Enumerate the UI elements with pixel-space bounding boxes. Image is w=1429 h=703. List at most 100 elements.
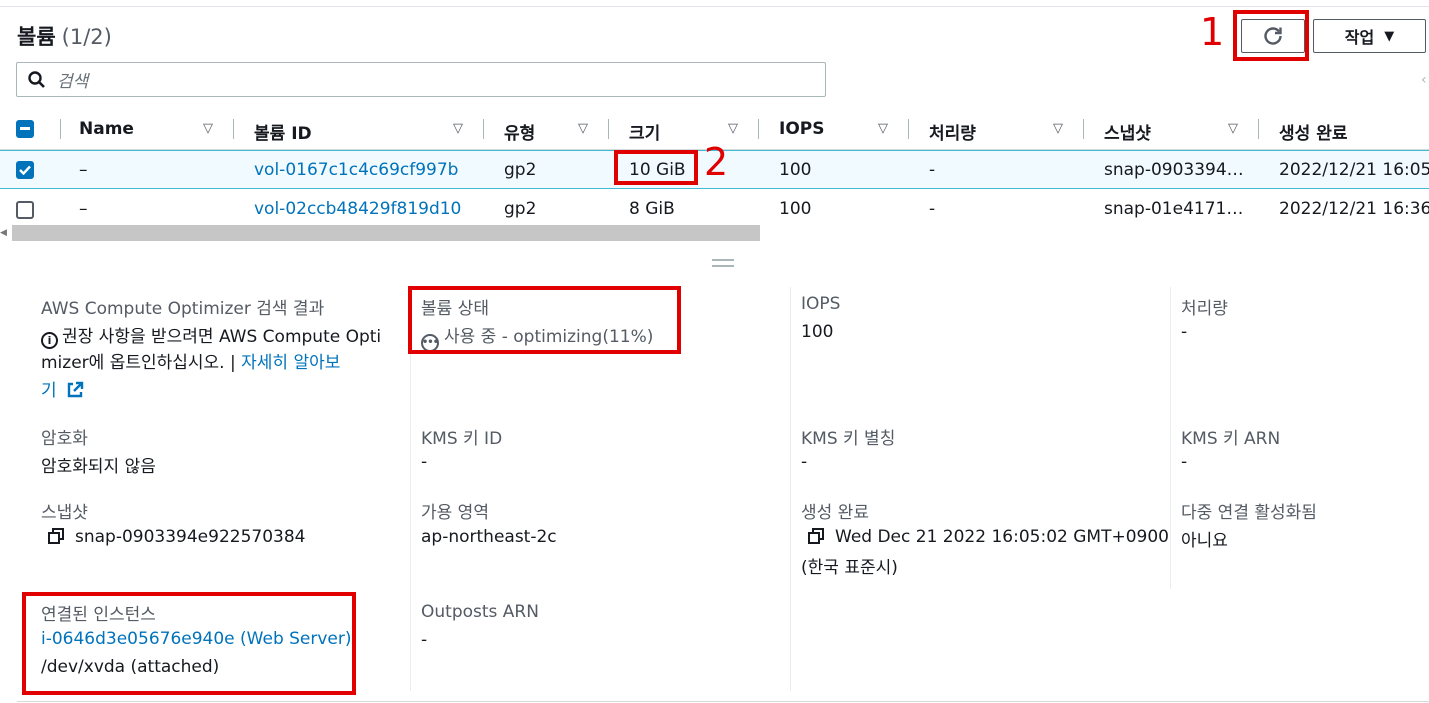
sort-icon[interactable]: ▽ — [203, 121, 213, 136]
kms-key-arn-value: - — [1181, 452, 1188, 472]
sort-icon[interactable]: ▽ — [1228, 121, 1238, 136]
cell-type: gp2 — [504, 160, 537, 180]
cell-snapshot: snap-0903394… — [1104, 160, 1244, 180]
optimizer-message-line1: i 권장 사항을 받으려면 AWS Compute Opti — [41, 322, 381, 349]
cell-created: 2022/12/21 16:05 — [1279, 160, 1429, 180]
outposts-arn-label: Outposts ARN — [421, 602, 539, 622]
column-header-throughput[interactable]: 처리량 — [929, 119, 976, 144]
volume-id-link[interactable]: vol-02ccb48429f819d10 — [254, 199, 461, 219]
iops-label: IOPS — [801, 294, 841, 314]
search-input[interactable]: 검색 — [16, 62, 826, 97]
horizontal-scrollbar-thumb[interactable] — [12, 225, 760, 241]
actions-label: 작업 — [1344, 28, 1375, 47]
select-all-checkbox[interactable] — [16, 120, 34, 138]
page-title: 볼륨 (1/2) — [17, 21, 112, 51]
volume-id-link[interactable]: vol-0167c1c4c69cf997b — [254, 160, 458, 180]
kms-key-arn-label: KMS 키 ARN — [1181, 429, 1281, 449]
sort-icon[interactable]: ▽ — [728, 121, 738, 136]
highlight-box-volume-state — [408, 286, 681, 354]
kms-key-id-value: - — [421, 452, 428, 472]
availability-zone-value: ap-northeast-2c — [421, 527, 557, 547]
cell-name: – — [79, 199, 88, 219]
row-checkbox[interactable] — [16, 201, 34, 219]
column-separator — [1258, 119, 1259, 139]
annotation-number-1: 1 — [1200, 10, 1225, 54]
caret-left-icon[interactable]: ‹ — [1421, 72, 1427, 88]
learn-more-link-cont[interactable]: 기 — [41, 381, 57, 401]
column-header-iops[interactable]: IOPS — [779, 119, 824, 139]
column-header-snapshot[interactable]: 스냅샷 — [1104, 119, 1151, 144]
table-row[interactable]: – vol-02ccb48429f819d10 gp2 8 GiB 100 - … — [0, 190, 1429, 229]
multi-attach-value: 아니요 — [1181, 531, 1228, 551]
created-date-text: Wed Dec 21 2022 16:05:02 GMT+0900 — [835, 527, 1169, 547]
learn-more-link[interactable]: 자세히 알아보 — [241, 353, 340, 373]
cell-created: 2022/12/21 16:36 — [1279, 199, 1429, 219]
kms-key-alias-label: KMS 키 별칭 — [801, 429, 896, 449]
top-divider — [0, 6, 1429, 7]
cell-type: gp2 — [504, 199, 537, 219]
availability-zone-label: 가용 영역 — [421, 503, 489, 523]
iops-value: 100 — [801, 322, 834, 342]
created-value: Wed Dec 21 2022 16:05:02 GMT+0900 — [807, 527, 1169, 547]
highlight-box-attached-instance — [22, 592, 356, 695]
column-header-size[interactable]: 크기 — [629, 119, 660, 144]
column-separator — [608, 119, 609, 139]
kms-key-id-label: KMS 키 ID — [421, 429, 503, 449]
actions-dropdown-button[interactable]: 작업 ▼ — [1313, 19, 1426, 53]
column-separator — [483, 119, 484, 139]
outposts-arn-value: - — [421, 630, 428, 650]
copy-icon[interactable] — [47, 527, 65, 545]
optimizer-label: AWS Compute Optimizer 검색 결과 — [41, 299, 325, 319]
column-separator — [60, 119, 61, 139]
cell-throughput: - — [929, 160, 936, 180]
optimizer-message-line2: mizer에 옵트인하십시오. | 자세히 알아보 — [41, 348, 340, 373]
created-label: 생성 완료 — [801, 503, 869, 523]
cell-snapshot: snap-01e4171… — [1104, 199, 1244, 219]
cell-throughput: - — [929, 199, 936, 219]
column-header-name[interactable]: Name — [79, 119, 134, 139]
optimizer-message-text: 권장 사항을 받으려면 AWS Compute Opti — [62, 327, 382, 347]
search-icon — [28, 70, 45, 88]
snapshot-id-text: snap-0903394e922570384 — [75, 527, 306, 547]
column-separator — [758, 119, 759, 139]
multi-attach-label: 다중 연결 활성화됨 — [1181, 503, 1317, 523]
column-header-volume-id[interactable]: 볼륨 ID — [254, 119, 312, 144]
encryption-value: 암호화되지 않음 — [41, 457, 156, 477]
caret-down-icon: ▼ — [1384, 28, 1395, 44]
cell-iops: 100 — [779, 160, 812, 180]
column-divider — [1170, 287, 1171, 589]
search-placeholder: 검색 — [57, 72, 89, 92]
column-divider — [790, 287, 791, 691]
snapshot-value: snap-0903394e922570384 — [47, 527, 306, 547]
sort-icon[interactable]: ▽ — [578, 121, 588, 136]
column-header-created[interactable]: 생성 완료 — [1279, 119, 1347, 144]
row-checkbox[interactable] — [16, 161, 34, 179]
split-drag-handle[interactable] — [712, 259, 734, 267]
sort-icon[interactable]: ▽ — [453, 121, 463, 136]
highlight-box-size — [614, 150, 698, 185]
column-separator — [1083, 119, 1084, 139]
indeterminate-icon — [20, 127, 30, 130]
sort-icon[interactable]: ▽ — [878, 121, 888, 136]
throughput-value: - — [1181, 322, 1188, 342]
selection-count: (1/2) — [61, 25, 112, 49]
checkmark-icon — [19, 165, 31, 175]
page-title-text: 볼륨 — [17, 25, 56, 49]
info-icon: i — [41, 332, 58, 349]
encryption-label: 암호화 — [41, 429, 88, 449]
copy-icon[interactable] — [807, 527, 825, 545]
cell-name: – — [79, 160, 88, 180]
throughput-label: 처리량 — [1181, 299, 1228, 319]
cell-iops: 100 — [779, 199, 812, 219]
kms-key-alias-value: - — [801, 452, 808, 472]
sort-icon[interactable]: ▽ — [1053, 121, 1063, 136]
scroll-left-icon[interactable]: ◀ — [0, 228, 7, 238]
column-separator — [908, 119, 909, 139]
column-separator — [233, 119, 234, 139]
highlight-box-refresh — [1233, 10, 1309, 61]
column-header-type[interactable]: 유형 — [504, 119, 535, 144]
snapshot-label: 스냅샷 — [41, 503, 88, 523]
created-timezone-text: (한국 표준시) — [801, 558, 898, 578]
external-link-icon[interactable] — [66, 381, 84, 399]
annotation-number-2: 2 — [704, 140, 729, 184]
